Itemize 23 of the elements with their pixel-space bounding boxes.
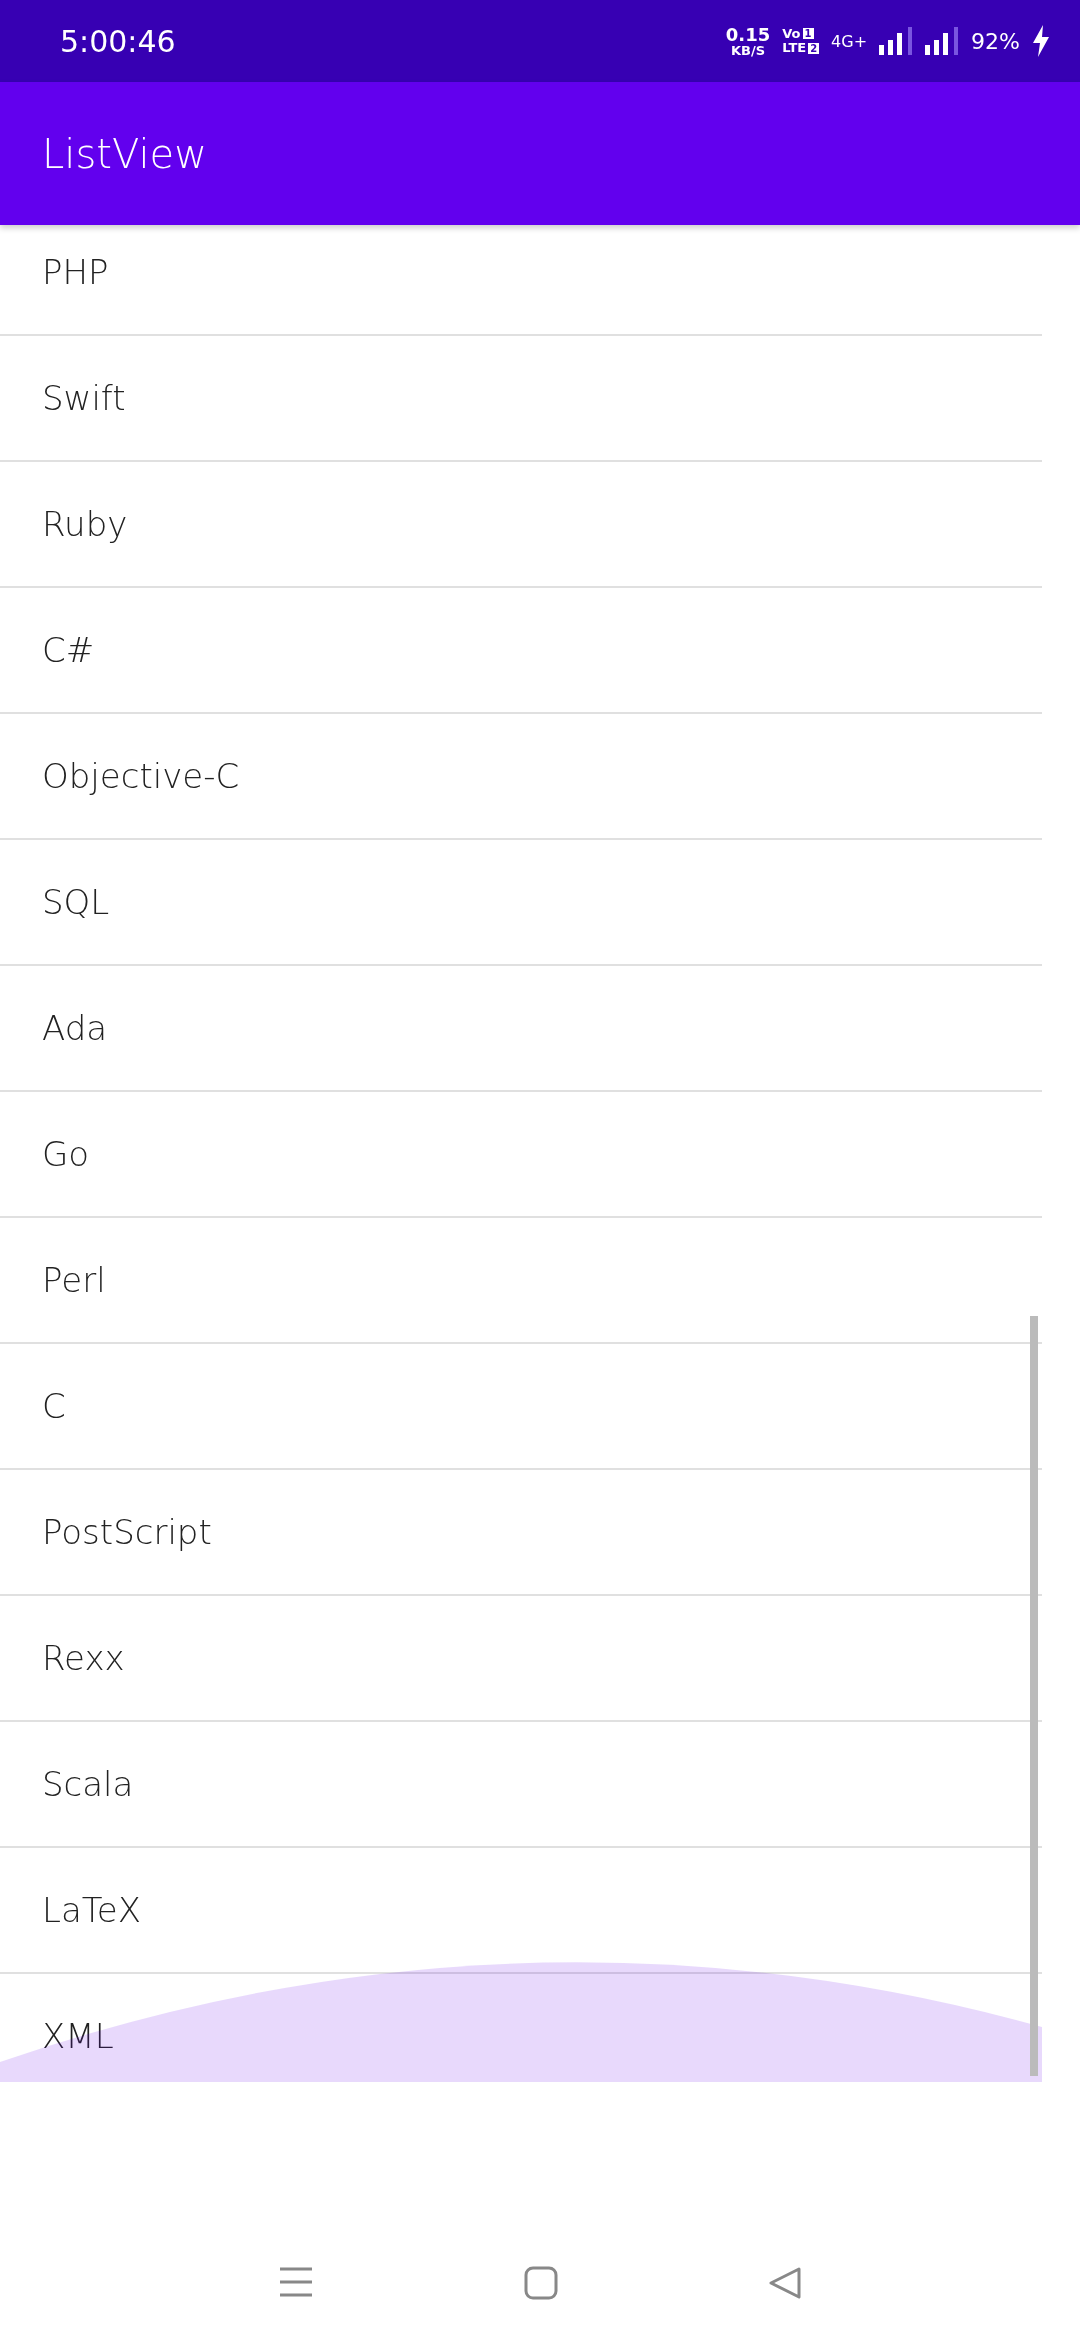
list-item[interactable]: SQL [0,840,1042,966]
list-item[interactable]: PHP [0,225,1042,336]
volte-label: Vo [782,26,801,41]
sim-number: 2 [808,42,820,54]
list-item[interactable]: Perl [0,1218,1042,1344]
battery-percent: 92% [971,28,1020,54]
network-speed: 0.15 [725,25,771,44]
speed-unit: KB/S [731,43,766,57]
list-item[interactable]: Swift [0,336,1042,462]
list-item[interactable]: Objective-C [0,714,1042,840]
status-time: 5:00:46 [60,23,176,59]
list-item[interactable]: Go [0,1092,1042,1218]
signal-icon [879,27,914,55]
list-item[interactable]: Ada [0,966,1042,1092]
home-icon[interactable] [524,2266,558,2300]
lte-label: LTE [782,41,807,56]
back-icon[interactable] [768,2266,802,2300]
signal-icon [925,27,960,55]
list-item[interactable]: C# [0,588,1042,714]
list-item[interactable]: Ruby [0,462,1042,588]
network-type: 4G+ [831,31,868,51]
sim-number: 1 [802,28,814,40]
app-title: ListView [42,130,207,177]
